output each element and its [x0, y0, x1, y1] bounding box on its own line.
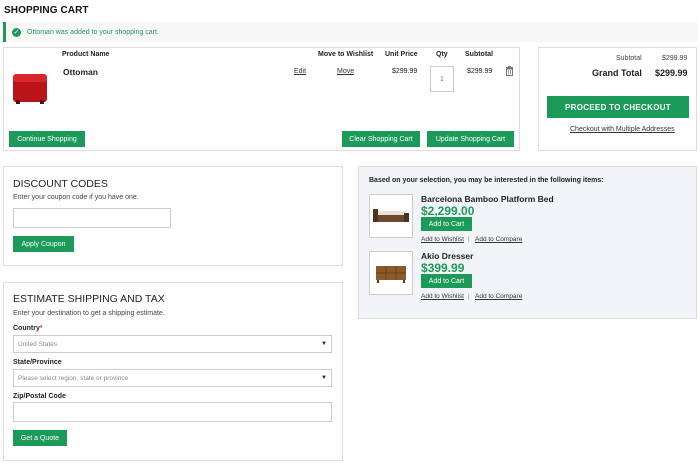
move-to-wishlist-link[interactable]: Move — [337, 68, 354, 75]
get-quote-button[interactable]: Get a Quote — [13, 430, 67, 446]
link-separator: | — [468, 236, 470, 243]
edit-item-link[interactable]: Edit — [294, 68, 306, 75]
bed-image — [373, 209, 409, 222]
multi-address-checkout-link[interactable]: Checkout with Multiple Addresses — [570, 126, 675, 133]
crosssell-item-name[interactable]: Akio Dresser — [421, 251, 473, 261]
product-thumb-bed[interactable] — [369, 194, 413, 238]
crosssell-panel — [358, 166, 697, 319]
country-select[interactable]: United States ▼ — [13, 335, 332, 353]
chevron-down-icon: ▼ — [321, 341, 327, 347]
state-select-placeholder: Please select region, state or province — [18, 374, 129, 382]
crosssell-item-name[interactable]: Barcelona Bamboo Platform Bed — [421, 194, 554, 204]
crosssell-add-to-compare-link[interactable]: Add to Compare — [475, 293, 522, 300]
trash-icon[interactable] — [505, 66, 514, 76]
proceed-to-checkout-button[interactable]: PROCEED TO CHECKOUT — [547, 96, 689, 118]
success-message: ✓ Ottoman was added to your shopping car… — [3, 22, 697, 42]
cart-item-name[interactable]: Ottoman — [63, 67, 98, 77]
shipping-hint: Enter your destination to get a shipping… — [13, 310, 165, 317]
check-circle-icon: ✓ — [12, 27, 21, 37]
chevron-down-icon: ▼ — [321, 375, 327, 381]
product-thumb-dresser[interactable] — [369, 251, 413, 295]
page-title: SHOPPING CART — [4, 5, 89, 16]
qty-input[interactable]: 1 — [430, 66, 454, 92]
discount-hint: Enter your coupon code if you have one. — [13, 194, 139, 201]
zip-label: Zip/Postal Code — [13, 393, 66, 400]
discount-title: DISCOUNT CODES — [13, 178, 108, 190]
crosssell-item-price: $2,299.00 — [421, 204, 475, 218]
success-message-text: Ottoman was added to your shopping cart. — [27, 28, 159, 36]
state-label: State/Province — [13, 359, 62, 366]
header-product-name: Product Name — [62, 51, 110, 58]
crosssell-add-to-cart-button[interactable]: Add to Cart — [421, 274, 472, 288]
coupon-input[interactable] — [13, 208, 171, 228]
crosssell-add-to-wishlist-link[interactable]: Add to Wishlist — [421, 236, 464, 243]
row-subtotal: $299.99 — [467, 68, 493, 75]
header-qty: Qty — [436, 51, 448, 58]
zip-input[interactable] — [13, 402, 332, 422]
country-label: Country* — [13, 325, 43, 332]
shipping-title: ESTIMATE SHIPPING AND TAX — [13, 293, 165, 305]
summary-subtotal-value: $299.99 — [662, 55, 688, 62]
country-label-text: Country — [13, 325, 40, 332]
header-move-to-wishlist: Move to Wishlist — [318, 51, 374, 58]
country-select-value: United States — [18, 340, 58, 348]
apply-coupon-button[interactable]: Apply Coupon — [13, 236, 74, 252]
crosssell-heading: Based on your selection, you may be inte… — [369, 177, 604, 184]
crosssell-item-price: $399.99 — [421, 261, 465, 275]
header-subtotal: Subtotal — [465, 51, 493, 58]
crosssell-add-to-cart-button[interactable]: Add to Cart — [421, 217, 472, 231]
state-select[interactable]: Please select region, state or province … — [13, 369, 332, 387]
link-separator: | — [468, 293, 470, 300]
update-cart-button[interactable]: Update Shopping Cart — [427, 131, 514, 147]
required-marker: * — [39, 325, 43, 332]
grand-total-value: $299.99 — [655, 68, 688, 78]
summary-subtotal-label: Subtotal — [616, 55, 642, 62]
continue-shopping-button[interactable]: Continue Shopping — [9, 131, 85, 147]
grand-total-label: Grand Total — [592, 68, 642, 78]
dresser-image — [376, 266, 406, 283]
header-unit-price: Unit Price — [385, 51, 418, 58]
unit-price: $299.99 — [392, 68, 418, 75]
product-image-ottoman[interactable] — [10, 70, 50, 106]
crosssell-add-to-wishlist-link[interactable]: Add to Wishlist — [421, 293, 464, 300]
crosssell-add-to-compare-link[interactable]: Add to Compare — [475, 236, 522, 243]
clear-cart-button[interactable]: Clear Shopping Cart — [342, 131, 420, 147]
